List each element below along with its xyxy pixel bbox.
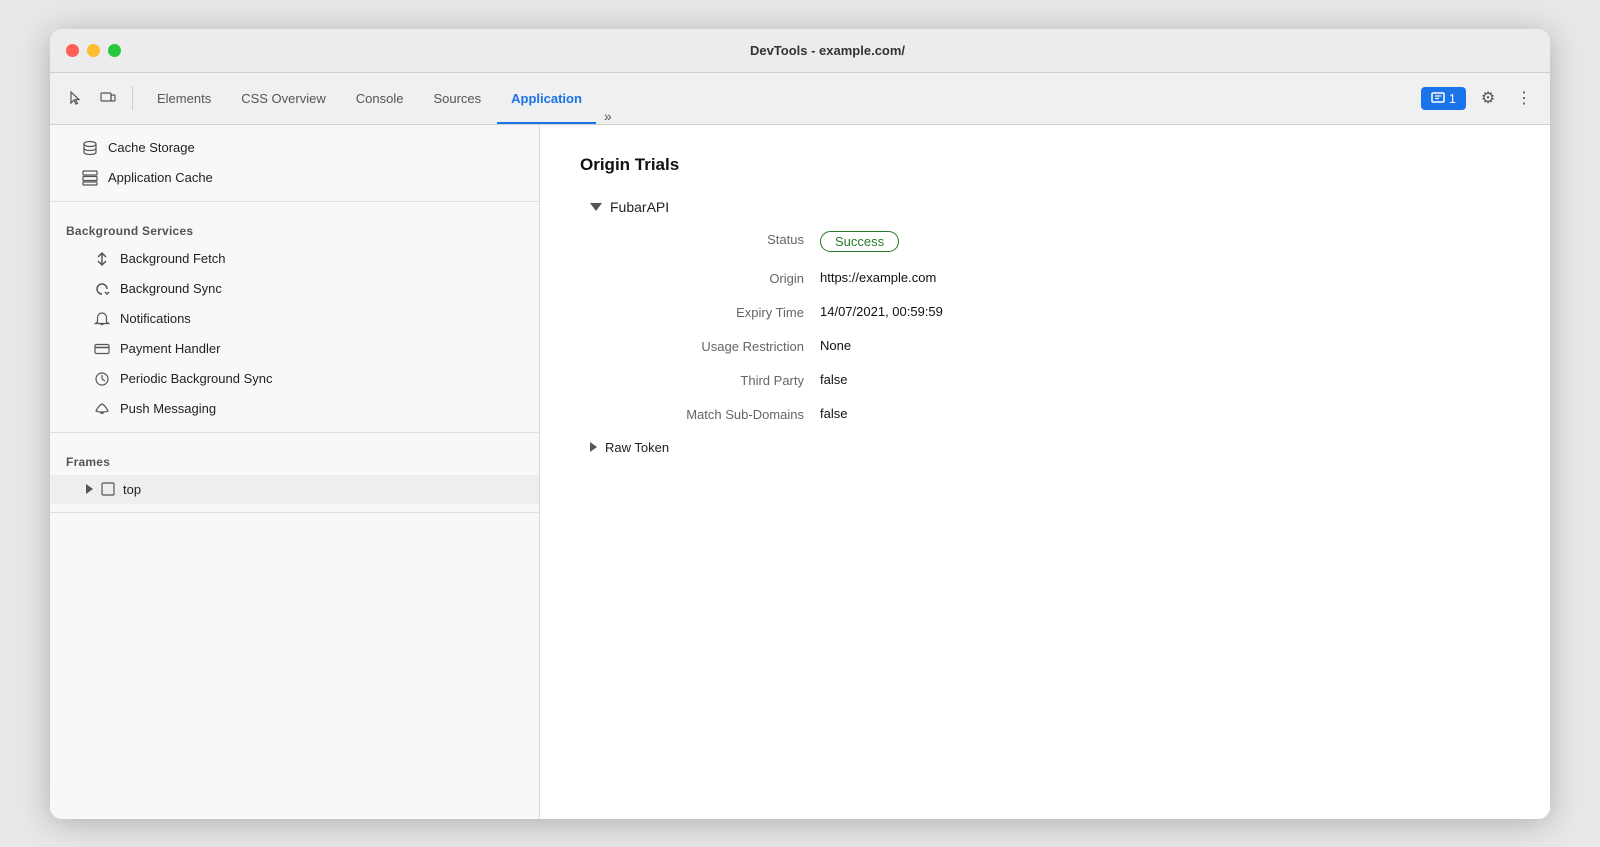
- sidebar-item-payment-handler[interactable]: Payment Handler: [50, 334, 539, 364]
- raw-token-expand-icon: [590, 442, 597, 452]
- tab-console[interactable]: Console: [342, 73, 418, 124]
- cache-storage-icon: [82, 140, 98, 156]
- payment-handler-icon: [94, 341, 110, 357]
- detail-row-match-subdomains: Match Sub-Domains false: [620, 406, 1510, 422]
- sidebar: Cache Storage Application Cache Backgrou: [50, 125, 540, 819]
- match-subdomains-label: Match Sub-Domains: [620, 406, 820, 422]
- content-panel: Origin Trials FubarAPI Status Success: [540, 125, 1550, 819]
- detail-row-usage-restriction: Usage Restriction None: [620, 338, 1510, 354]
- issues-icon: [1431, 91, 1445, 105]
- toolbar-tabs: Elements CSS Overview Console Sources Ap…: [143, 73, 1417, 124]
- dots-icon: ⋮: [1516, 88, 1532, 108]
- more-tabs-button[interactable]: »: [598, 108, 618, 124]
- cursor-icon-button[interactable]: [62, 84, 90, 112]
- push-messaging-icon: [94, 401, 110, 417]
- detail-row-third-party: Third Party false: [620, 372, 1510, 388]
- sidebar-item-periodic-background-sync[interactable]: Periodic Background Sync: [50, 364, 539, 394]
- maximize-button[interactable]: [108, 44, 121, 57]
- background-services-header: Background Services: [50, 210, 539, 244]
- device-icon: [100, 90, 116, 106]
- sidebar-item-cache-storage[interactable]: Cache Storage: [50, 133, 539, 163]
- sidebar-item-push-messaging[interactable]: Push Messaging: [50, 394, 539, 424]
- frames-header: Frames: [50, 441, 539, 475]
- tab-css-overview[interactable]: CSS Overview: [227, 73, 340, 124]
- gear-icon: ⚙: [1481, 88, 1495, 108]
- sidebar-item-top[interactable]: top: [50, 475, 539, 504]
- frame-icon: [101, 482, 115, 496]
- api-group-fubar: FubarAPI Status Success Origin h: [580, 199, 1510, 455]
- status-label: Status: [620, 231, 820, 247]
- background-sync-icon: [94, 281, 110, 297]
- triangle-right-icon: [86, 484, 93, 494]
- sidebar-item-background-sync[interactable]: Background Sync: [50, 274, 539, 304]
- close-button[interactable]: [66, 44, 79, 57]
- raw-token-row[interactable]: Raw Token: [590, 440, 1510, 455]
- background-services-section: Background Services Background Fetch: [50, 202, 539, 433]
- raw-token-label: Raw Token: [605, 440, 669, 455]
- detail-row-expiry: Expiry Time 14/07/2021, 00:59:59: [620, 304, 1510, 320]
- tab-elements[interactable]: Elements: [143, 73, 225, 124]
- sidebar-item-application-cache[interactable]: Application Cache: [50, 163, 539, 193]
- more-options-button[interactable]: ⋮: [1510, 84, 1538, 112]
- settings-button[interactable]: ⚙: [1474, 84, 1502, 112]
- sidebar-item-notifications[interactable]: Notifications: [50, 304, 539, 334]
- titlebar: DevTools - example.com/: [50, 29, 1550, 73]
- collapse-icon: [590, 203, 602, 211]
- devtools-window: DevTools - example.com/ Elements CSS Ove…: [50, 29, 1550, 819]
- status-badge: Success: [820, 231, 899, 252]
- origin-value: https://example.com: [820, 270, 936, 285]
- status-value: Success: [820, 231, 899, 252]
- traffic-lights: [66, 44, 121, 57]
- expiry-value: 14/07/2021, 00:59:59: [820, 304, 943, 319]
- detail-row-status: Status Success: [620, 231, 1510, 252]
- frames-section: Frames top: [50, 433, 539, 513]
- periodic-background-sync-icon: [94, 371, 110, 387]
- api-group-header[interactable]: FubarAPI: [590, 199, 1510, 215]
- cursor-icon: [68, 90, 84, 106]
- usage-restriction-label: Usage Restriction: [620, 338, 820, 354]
- origin-label: Origin: [620, 270, 820, 286]
- background-fetch-icon: [94, 251, 110, 267]
- application-cache-icon: [82, 170, 98, 186]
- window-title: DevTools - example.com/: [121, 43, 1534, 58]
- third-party-label: Third Party: [620, 372, 820, 388]
- toolbar-right: 1 ⚙ ⋮: [1421, 84, 1538, 112]
- toolbar-divider: [132, 86, 133, 110]
- sidebar-item-background-fetch[interactable]: Background Fetch: [50, 244, 539, 274]
- detail-row-origin: Origin https://example.com: [620, 270, 1510, 286]
- tab-sources[interactable]: Sources: [419, 73, 495, 124]
- expiry-label: Expiry Time: [620, 304, 820, 320]
- device-toggle-button[interactable]: [94, 84, 122, 112]
- tab-application[interactable]: Application: [497, 73, 596, 124]
- third-party-value: false: [820, 372, 847, 387]
- match-subdomains-value: false: [820, 406, 847, 421]
- storage-section: Cache Storage Application Cache: [50, 125, 539, 202]
- main-area: Cache Storage Application Cache Backgrou: [50, 125, 1550, 819]
- usage-restriction-value: None: [820, 338, 851, 353]
- notifications-icon: [94, 311, 110, 327]
- issues-badge-button[interactable]: 1: [1421, 87, 1466, 110]
- page-title: Origin Trials: [580, 155, 1510, 175]
- minimize-button[interactable]: [87, 44, 100, 57]
- toolbar: Elements CSS Overview Console Sources Ap…: [50, 73, 1550, 125]
